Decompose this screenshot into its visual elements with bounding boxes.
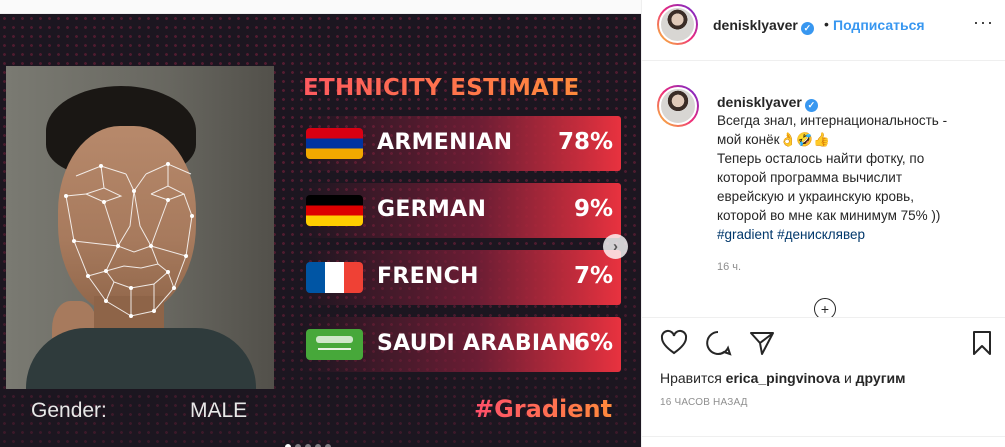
caption-time: 16 ч.	[717, 261, 742, 273]
gender-value: MALE	[190, 399, 248, 422]
ethnicity-name: SAUDI ARABIAN	[377, 331, 577, 356]
carousel-next-button[interactable]: ›	[603, 234, 628, 259]
ethnicity-name: GERMAN	[377, 197, 487, 222]
ethnicity-percent: 78%	[557, 129, 613, 155]
gender-label: Gender:	[31, 399, 107, 422]
comment-avatar[interactable]	[657, 85, 699, 127]
avatar[interactable]	[657, 4, 698, 45]
ethnicity-percent: 9%	[573, 196, 613, 222]
comment-icon[interactable]	[704, 329, 732, 357]
ethnicity-row-french: FRENCH 7%	[300, 250, 621, 305]
separator-dot: •	[824, 16, 829, 32]
ethnicity-percent: 7%	[573, 263, 613, 289]
hashtag-link[interactable]: #денисклявер	[777, 227, 865, 242]
post-side-panel: denisklyaver ✓ • Подписаться ··· deniskly…	[641, 0, 1005, 447]
caption-line: которой программа вычислит	[717, 170, 903, 185]
france-flag-icon	[306, 262, 363, 293]
post-actions: Нравится erica_pingvinova и другим 16 ЧА…	[642, 317, 1005, 447]
post-caption: Всегда знал, интернациональность - мой к…	[717, 111, 987, 244]
bookmark-icon[interactable]	[968, 329, 996, 357]
caption-line: мой конёк👌🤣👍	[717, 132, 830, 147]
armenia-flag-icon	[306, 128, 363, 159]
ethnicity-row-armenian: ARMENIAN 78%	[300, 116, 621, 171]
likes-others-link[interactable]: другим	[856, 370, 906, 386]
likes-text: Нравится erica_pingvinova и другим	[660, 370, 906, 386]
ethnicity-title: ETHNICITY ESTIMATE	[303, 75, 580, 101]
ethnicity-name: FRENCH	[377, 264, 479, 289]
verified-badge-icon: ✓	[800, 22, 814, 35]
ethnicity-name: ARMENIAN	[377, 130, 513, 155]
face-mesh-overlay	[64, 162, 194, 318]
heart-icon[interactable]	[660, 329, 688, 357]
caption-username[interactable]: denisklyaver	[717, 94, 802, 110]
share-icon[interactable]	[748, 329, 776, 357]
ethnicity-percent: 6%	[573, 330, 613, 356]
ethnicity-row-german: GERMAN 9%	[300, 183, 621, 238]
caption-line: Всегда знал, интернациональность -	[717, 113, 948, 128]
image-hashtag: #Gradient	[474, 395, 613, 423]
liker-username[interactable]: erica_pingvinova	[726, 370, 840, 386]
more-options-icon[interactable]: ···	[973, 12, 994, 33]
post-image[interactable]: Gender: MALE ETHNICITY ESTIMATE ARMENIAN…	[0, 14, 641, 447]
post-header: denisklyaver ✓ • Подписаться ···	[642, 0, 1005, 61]
hashtag-link[interactable]: #gradient	[717, 227, 773, 242]
author-username[interactable]: denisklyaver	[713, 17, 798, 33]
ethnicity-row-saudi-arabian: SAUDI ARABIAN 6%	[300, 317, 621, 372]
post-timestamp: 16 ЧАСОВ НАЗАД	[660, 397, 748, 408]
germany-flag-icon	[306, 195, 363, 226]
caption-line: которой во мне как минимум 75% ))	[717, 208, 941, 223]
caption-line: еврейскую и украинскую кровь,	[717, 189, 914, 204]
chevron-right-icon: ›	[613, 238, 618, 255]
caption-line: Теперь осталось найти фотку, по	[717, 151, 925, 166]
top-strip	[0, 0, 641, 14]
saudi-arabia-flag-icon	[306, 329, 363, 360]
plus-icon: +	[820, 301, 830, 317]
face-photo	[6, 66, 274, 389]
follow-button[interactable]: Подписаться	[833, 17, 925, 33]
